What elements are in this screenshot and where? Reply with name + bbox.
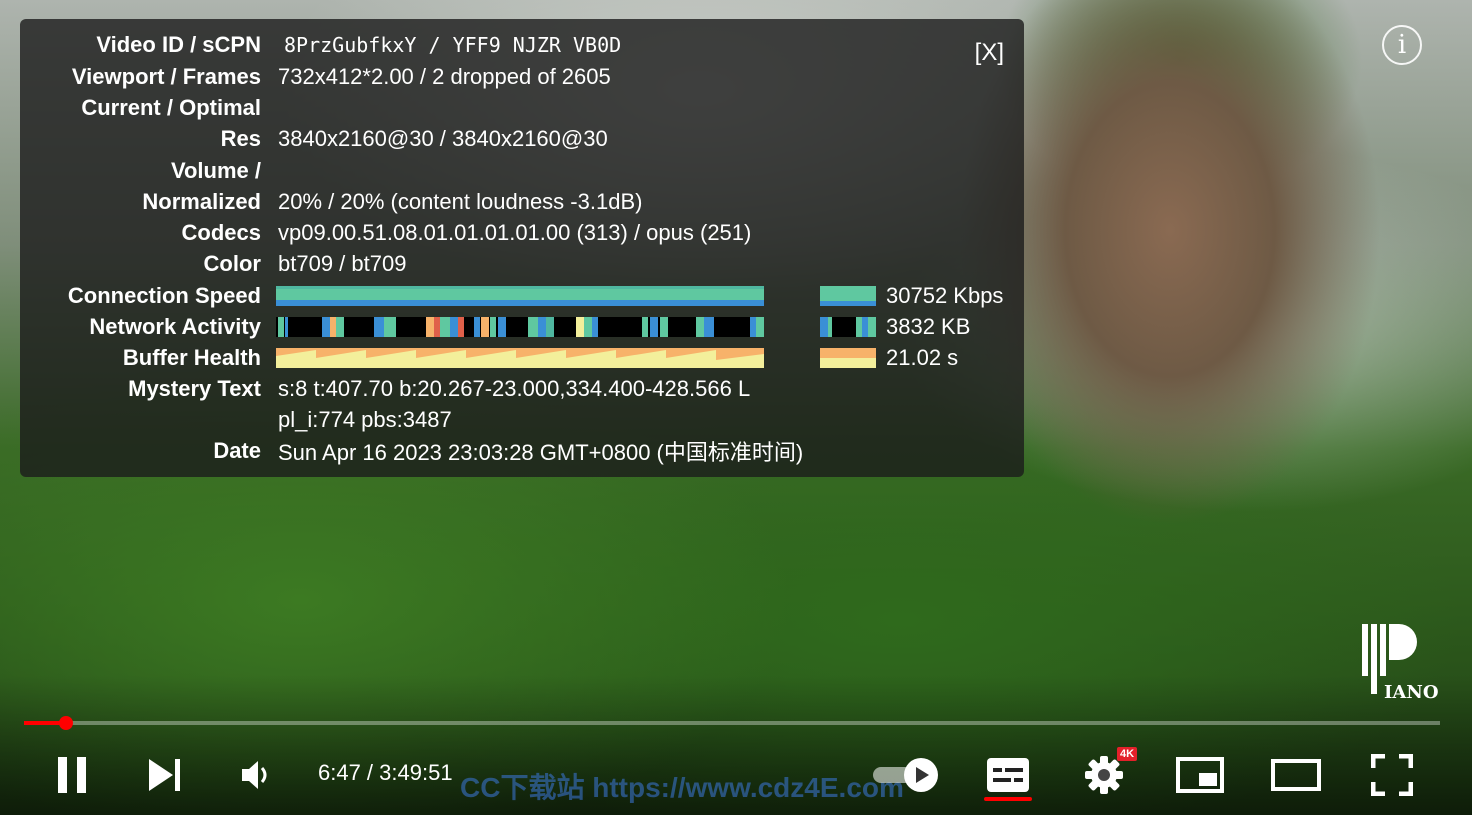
miniplayer-button[interactable] — [1174, 750, 1226, 800]
theater-mode-icon — [1271, 759, 1321, 791]
stats-row-viewport: Viewport / Frames 732x412*2.00 / 2 dropp… — [20, 61, 611, 92]
connection-speed-graph — [276, 286, 764, 306]
connection-speed-value: 30752 Kbps — [886, 282, 1004, 308]
next-icon — [149, 759, 180, 791]
progress-scrubber-handle[interactable] — [59, 716, 73, 730]
stats-row-current-optimal: Current / Optimal — [20, 92, 261, 123]
stats-value: s:8 t:407.70 b:20.267-23.000,334.400-428… — [278, 375, 751, 401]
miniplayer-icon — [1176, 757, 1224, 793]
stats-value: vp09.00.51.08.01.01.01.01.00 (313) / opu… — [278, 219, 752, 245]
stats-label: Buffer Health — [122, 344, 261, 370]
watermark-text: CC下载站 https://www.cdz4E.com — [460, 772, 904, 803]
stats-row-color: Color bt709 / bt709 — [20, 248, 407, 279]
autoplay-toggle-icon — [873, 758, 938, 792]
stats-close-button[interactable]: [X] — [975, 39, 1004, 67]
autoplay-toggle[interactable] — [868, 750, 944, 800]
mute-button[interactable] — [234, 750, 278, 800]
stats-value: 8PrzGubfkxY / YFF9 NJZR VB0D — [284, 32, 622, 57]
stats-row-volume: Volume / — [20, 155, 261, 186]
network-activity-graph — [276, 317, 764, 337]
stats-row-network-activity: Network Activity 3832 KB — [20, 311, 970, 342]
connection-speed-mini-graph — [820, 286, 876, 306]
buffer-health-graph — [276, 348, 764, 368]
stats-row-res: Res 3840x2160@30 / 3840x2160@30 — [20, 123, 608, 154]
stats-label: Connection Speed — [67, 282, 261, 308]
video-frame[interactable]: i IANO [X] Video ID / sCPN 8PrzGubfkxY /… — [0, 0, 1472, 815]
stats-value: 3840x2160@30 / 3840x2160@30 — [278, 125, 608, 151]
stats-label: Video ID / sCPN — [96, 31, 261, 57]
buffer-health-value: 21.02 s — [886, 344, 959, 370]
play-pause-button[interactable] — [50, 750, 94, 800]
stats-row-date: Date Sun Apr 16 2023 23:03:28 GMT+0800 (… — [20, 435, 803, 466]
stats-for-nerds-panel: [X] Video ID / sCPN 8PrzGubfkxY / YFF9 N… — [20, 19, 1024, 477]
channel-logo-text: IANO — [1384, 682, 1438, 702]
stats-label: Res — [220, 125, 261, 151]
fullscreen-icon — [1371, 754, 1413, 796]
stats-row-video-id: Video ID / sCPN 8PrzGubfkxY / YFF9 NJZR … — [20, 29, 621, 60]
stats-label: Date — [213, 437, 261, 463]
network-activity-value: 3832 KB — [886, 313, 971, 339]
stats-row-mystery-text: Mystery Text s:8 t:407.70 b:20.267-23.00… — [20, 373, 750, 404]
stats-row-codecs: Codecs vp09.00.51.08.01.01.01.01.00 (313… — [20, 217, 752, 248]
info-icon[interactable]: i — [1382, 25, 1422, 65]
pause-icon — [58, 757, 86, 793]
stats-row-buffer-health: Buffer Health 21.02 s — [20, 342, 958, 373]
stats-value: 732x412*2.00 / 2 dropped of 2605 — [278, 63, 611, 89]
subtitles-icon — [987, 758, 1029, 792]
stats-row-mystery-text-cont: pl_i:774 pbs:3487 — [20, 404, 452, 435]
volume-icon — [242, 761, 267, 789]
stats-label: Codecs — [181, 219, 261, 245]
network-activity-mini-graph — [820, 317, 876, 337]
stats-value: 20% / 20% (content loudness -3.1dB) — [278, 188, 643, 214]
buffer-health-mini-graph — [820, 348, 876, 368]
theater-mode-button[interactable] — [1268, 750, 1324, 800]
fullscreen-button[interactable] — [1368, 750, 1416, 800]
stats-label: Network Activity — [89, 313, 261, 339]
channel-logo: IANO — [1362, 624, 1438, 702]
stats-value: bt709 / bt709 — [278, 250, 407, 276]
stats-value: Sun Apr 16 2023 23:03:28 GMT+0800 (中国标准时… — [278, 439, 804, 465]
stats-label: Normalized — [142, 188, 261, 214]
stats-value: pl_i:774 pbs:3487 — [278, 406, 452, 432]
stats-row-connection-speed: Connection Speed 30752 Kbps — [20, 280, 1004, 311]
stats-label: Mystery Text — [128, 375, 261, 401]
subtitles-active-indicator — [984, 797, 1032, 801]
next-button[interactable] — [142, 750, 186, 800]
stats-row-normalized: Normalized 20% / 20% (content loudness -… — [20, 186, 642, 217]
subtitles-button[interactable] — [982, 750, 1034, 800]
time-display: 6:47 / 3:49:51 — [318, 760, 453, 785]
progress-bar[interactable] — [24, 716, 1440, 730]
stats-label: Color — [203, 250, 261, 276]
stats-label: Current / Optimal — [81, 94, 261, 120]
stats-label: Volume / — [170, 157, 261, 183]
quality-badge: 4K — [1117, 747, 1138, 761]
stats-label: Viewport / Frames — [71, 63, 261, 89]
